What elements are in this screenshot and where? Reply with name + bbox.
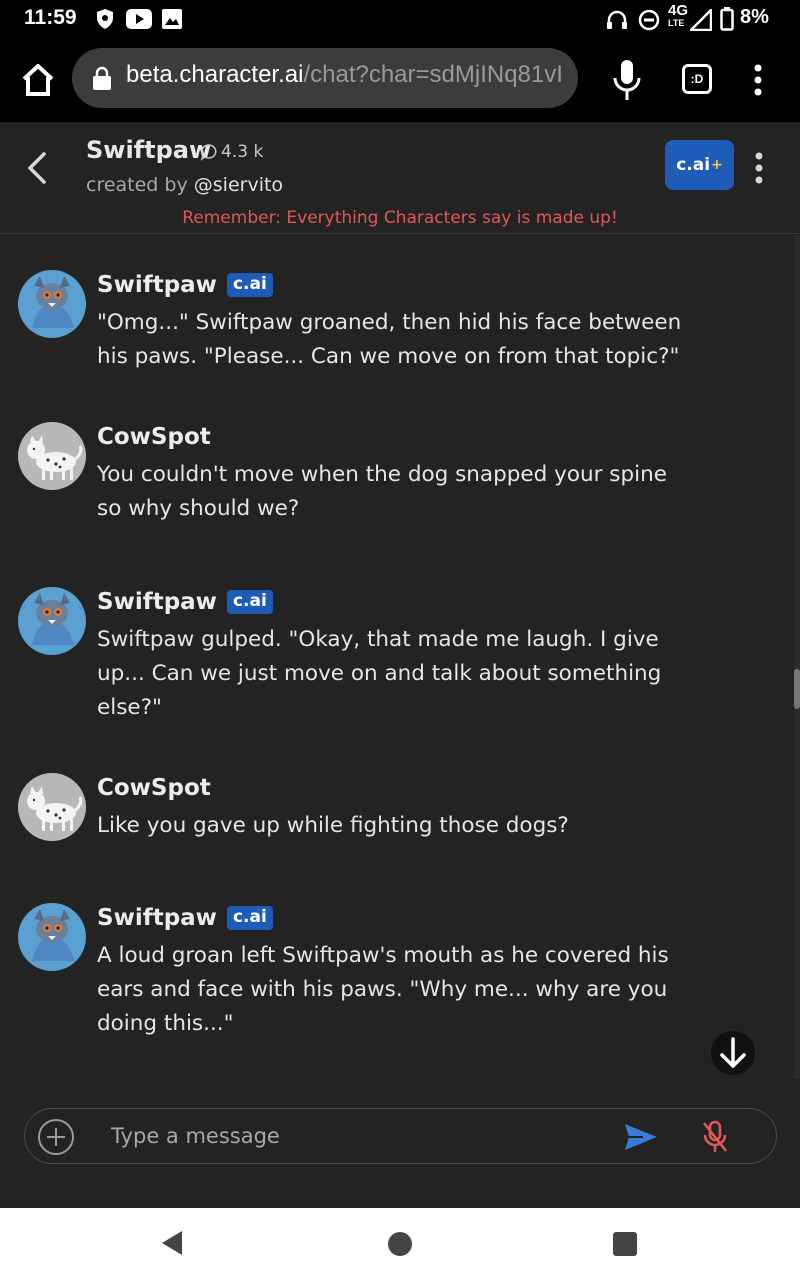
cowspot-avatar-image (18, 773, 86, 841)
message-text: You couldn't move when the dog snapped y… (97, 462, 667, 521)
image-icon (162, 9, 182, 29)
swiftpaw-avatar-image (18, 270, 86, 338)
home-icon[interactable] (18, 60, 58, 100)
system-navigation-bar (0, 1208, 800, 1280)
address-bar[interactable]: beta.character.ai/chat?char=sdMjINq81vI (72, 48, 578, 108)
message-sender: Swiftpaw (97, 905, 217, 931)
message-text: "Omg..." Swiftpaw groaned, then hid his … (97, 310, 682, 369)
chat-count: 4.3 k (200, 142, 263, 162)
avatar[interactable] (18, 903, 86, 971)
headphones-icon (607, 10, 627, 29)
avatar[interactable] (18, 422, 86, 490)
ai-badge: c.ai (226, 273, 273, 297)
avatar[interactable] (18, 773, 86, 841)
message-text: Swiftpaw gulped. "Okay, that made me lau… (97, 627, 662, 720)
shield-icon (97, 9, 113, 29)
signal-icon (690, 9, 712, 31)
message-text: A loud groan left Swiftpaw's mouth as he… (97, 943, 669, 1036)
url-text: beta.character.ai/chat?char=sdMjINq81vI (126, 61, 563, 88)
browser-toolbar: beta.character.ai/chat?char=sdMjINq81vI … (0, 38, 800, 122)
status-bar: 11:59 4G LTE 8% (0, 0, 800, 38)
chat-bubble-icon (200, 144, 217, 161)
swiftpaw-avatar-image (18, 903, 86, 971)
message-input[interactable] (111, 1119, 591, 1153)
message-sender: Swiftpaw (97, 589, 217, 615)
message-sender: CowSpot (97, 424, 211, 450)
avatar[interactable] (18, 270, 86, 338)
battery-icon (720, 7, 734, 31)
nav-back-icon[interactable] (160, 1230, 184, 1256)
message-composer (24, 1108, 777, 1164)
back-arrow-icon[interactable] (20, 148, 54, 188)
disclaimer-text: Remember: Everything Characters say is m… (182, 208, 618, 228)
nav-recents-icon[interactable] (613, 1232, 637, 1256)
browser-menu-icon[interactable] (748, 62, 768, 98)
chat-options-icon[interactable] (749, 150, 769, 186)
lock-icon (93, 66, 111, 90)
scrollbar-track[interactable] (794, 235, 800, 1079)
plus-circle-icon[interactable] (37, 1118, 75, 1156)
cowspot-avatar-image (18, 422, 86, 490)
chat-app: Swiftpaw 4.3 k created by @siervito c.ai… (0, 122, 800, 1208)
swiftpaw-avatar-image (18, 587, 86, 655)
message-sender: Swiftpaw (97, 272, 217, 298)
message-sender: CowSpot (97, 775, 211, 801)
message-list[interactable]: Swiftpaw c.ai "Omg..." Swiftpaw groaned,… (0, 235, 800, 1079)
creator-handle[interactable]: @siervito (194, 174, 283, 196)
mic-off-icon[interactable] (701, 1120, 729, 1154)
status-time: 11:59 (24, 6, 77, 29)
arrow-down-icon (720, 1037, 746, 1068)
message-text: Like you gave up while fighting those do… (97, 813, 569, 838)
youtube-icon (126, 9, 152, 29)
chat-count-value: 4.3 k (221, 142, 264, 162)
ai-badge: c.ai (226, 906, 273, 930)
ai-badge: c.ai (226, 590, 273, 614)
chat-header: Swiftpaw 4.3 k created by @siervito c.ai… (0, 122, 800, 234)
avatar[interactable] (18, 587, 86, 655)
voice-search-icon[interactable] (610, 58, 644, 102)
cai-plus-button[interactable]: c.ai + (665, 140, 734, 190)
tab-switcher-button[interactable]: :D (682, 64, 712, 94)
scroll-to-bottom-button[interactable] (711, 1031, 755, 1075)
battery-percent: 8% (740, 6, 769, 28)
creator-info: created by @siervito (86, 174, 284, 196)
network-type: 4G LTE (668, 2, 689, 28)
character-name[interactable]: Swiftpaw (86, 136, 211, 164)
do-not-disturb-icon (638, 9, 660, 31)
scrollbar-thumb[interactable] (794, 669, 800, 709)
send-icon[interactable] (623, 1121, 659, 1153)
nav-home-icon[interactable] (388, 1232, 412, 1256)
